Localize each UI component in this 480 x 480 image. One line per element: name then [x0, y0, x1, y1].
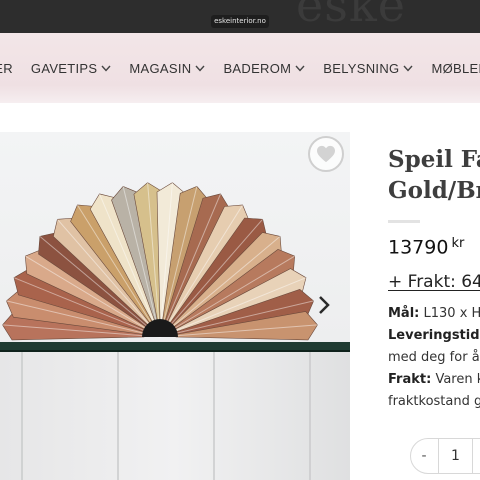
nav-item-belysning[interactable]: BELYSNING — [323, 61, 413, 76]
chevron-down-icon — [295, 65, 305, 72]
nav-item-møbler[interactable]: MØBLER — [431, 61, 480, 76]
shipping-link[interactable]: + Frakt: 64 — [388, 272, 480, 292]
heart-icon — [317, 145, 335, 163]
product-image-gallery[interactable] — [0, 132, 350, 480]
size-line: Mål: L130 x H — [388, 303, 480, 325]
nav-items: TER GAVETIPS MAGASIN BADEROM BELYSNING MØBLER… — [0, 33, 480, 103]
main-navigation: TER GAVETIPS MAGASIN BADEROM BELYSNING MØBLER… — [0, 33, 480, 103]
freight-line-2: fraktkostand g — [388, 394, 480, 409]
freight-line: Frakt: Varen k — [388, 369, 480, 391]
price-amount: 13790 — [388, 236, 449, 259]
nav-item-label: BELYSNING — [323, 60, 400, 76]
browser-top-bar: eske eskeinterior.no — [0, 0, 480, 33]
product-details: Mål: L130 x H Leveringstid: med deg for … — [388, 303, 480, 413]
next-image-button[interactable] — [314, 292, 334, 318]
freight-value: Varen k — [435, 372, 480, 387]
size-value: L130 x H — [423, 306, 480, 321]
nav-item-label: MAGASIN — [129, 60, 192, 76]
freight-label: Frakt: — [388, 372, 432, 387]
nav-item-label: MØBLER — [431, 60, 480, 76]
product-info: Speil Fa Gold/Br 13790kr + Frakt: 64 Mål… — [388, 132, 480, 480]
product-title-line2: Gold/Br — [388, 177, 480, 204]
nav-item-label: BADEROM — [223, 60, 292, 76]
chevron-down-icon — [101, 65, 111, 72]
site-logo[interactable]: eske — [296, 0, 406, 32]
nav-item-label: TER — [0, 60, 13, 76]
product-title-line1: Speil Fa — [388, 146, 480, 173]
chevron-right-icon — [319, 296, 330, 314]
product-price: 13790 kr — [388, 236, 464, 258]
nav-item-baderom[interactable]: BADEROM — [223, 61, 305, 76]
delivery-label: Leveringstid: — [388, 328, 480, 343]
quantity-input[interactable]: 1 — [439, 438, 472, 474]
stepper-divider — [472, 439, 473, 473]
nav-item-magasin[interactable]: MAGASIN — [129, 61, 205, 76]
quantity-decrease-button[interactable]: - — [410, 438, 438, 474]
title-divider — [388, 220, 420, 223]
nav-item-gavetips[interactable]: GAVETIPS — [31, 61, 111, 76]
delivery-line-2: med deg for å — [388, 350, 480, 365]
wishlist-button[interactable] — [308, 136, 344, 172]
delivery-line: Leveringstid: — [388, 325, 480, 347]
product-image — [0, 132, 350, 480]
url-bar[interactable]: eskeinterior.no — [211, 15, 269, 28]
chevron-down-icon — [403, 65, 413, 72]
price-currency: kr — [451, 236, 465, 251]
size-label: Mål: — [388, 306, 420, 321]
product-title: Speil Fa Gold/Br — [388, 144, 480, 206]
nav-item-ter[interactable]: TER — [0, 61, 13, 76]
chevron-down-icon — [195, 65, 205, 72]
nav-item-label: GAVETIPS — [30, 60, 98, 76]
